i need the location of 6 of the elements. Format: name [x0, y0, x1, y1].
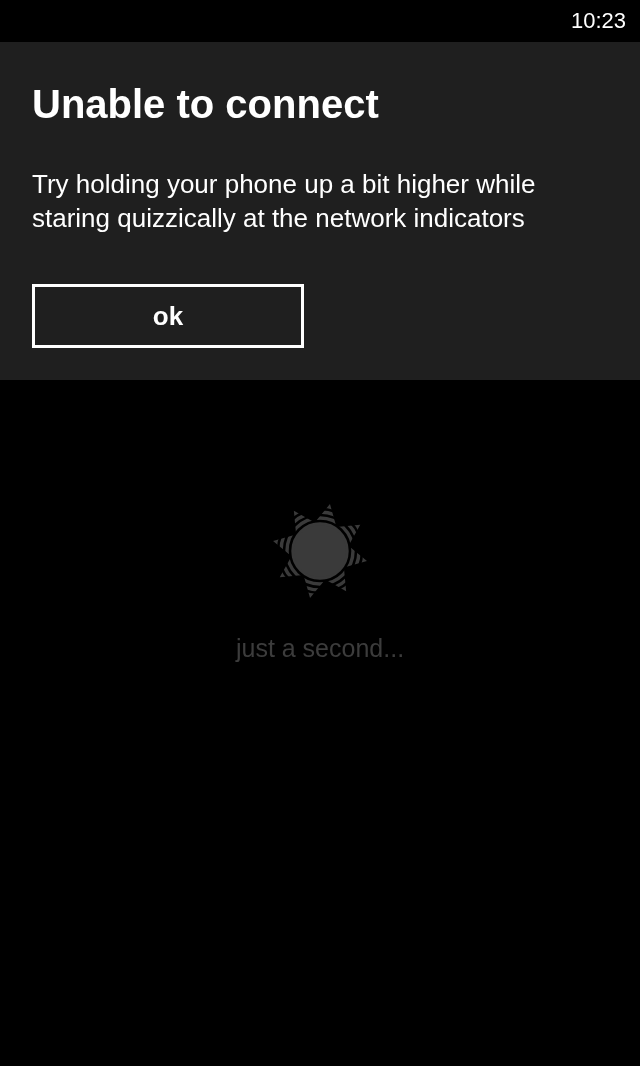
- loading-text: just a second...: [235, 633, 405, 663]
- dialog-message: Try holding your phone up a bit higher while staring quizzically at the network indicators: [32, 168, 537, 235]
- clock-time: 10:23: [570, 8, 626, 34]
- sun-icon: [272, 503, 368, 599]
- ok-button[interactable]: ok: [32, 284, 304, 348]
- dialog-title: Unable to connect: [32, 81, 379, 128]
